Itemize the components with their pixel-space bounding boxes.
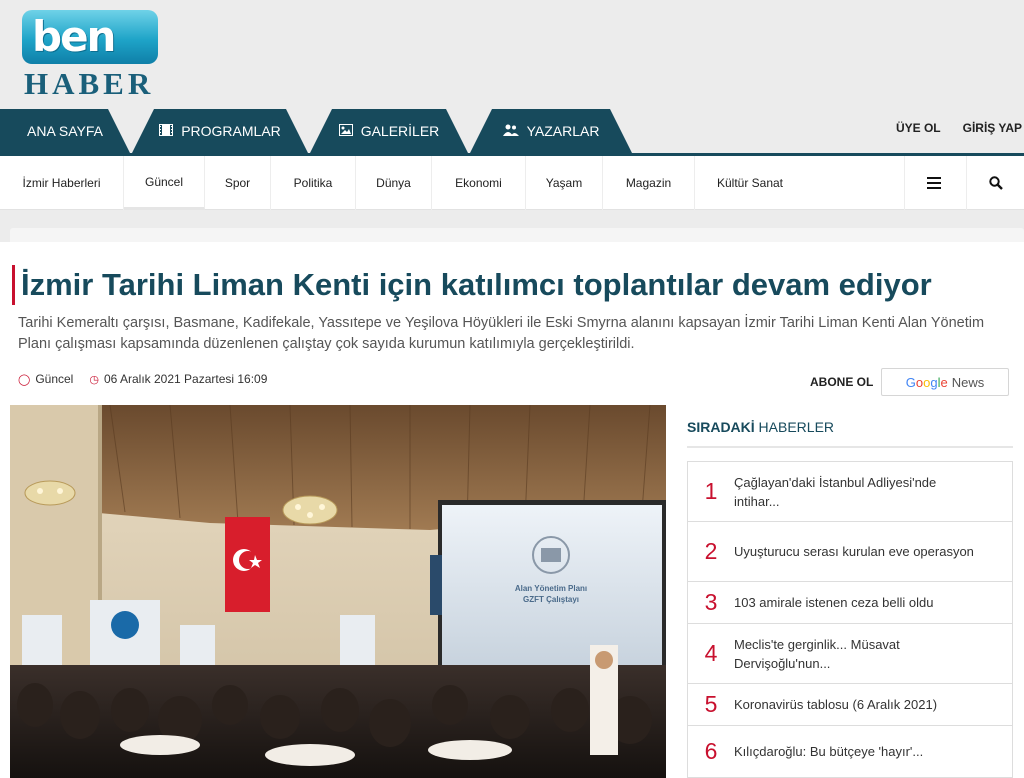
logo-ben-badge: ben (22, 10, 158, 64)
site-header: ben HABER ANA SAYFA PROGRAMLAR GALERİLER… (0, 0, 1024, 153)
category-nav: İzmir Haberleri Güncel Spor Politika Dün… (0, 153, 1024, 210)
circle-icon: ◯ (18, 374, 31, 386)
image-icon (339, 124, 353, 139)
nav-item-politika[interactable]: Politika (271, 156, 356, 210)
tab-label: YAZARLAR (526, 123, 600, 139)
tab-yazarlar[interactable]: YAZARLAR (470, 109, 632, 153)
sidebar-divider (687, 446, 1013, 448)
news-number: 3 (704, 589, 718, 615)
users-icon (503, 124, 519, 139)
list-item[interactable]: 5 Koronavirüs tablosu (6 Aralık 2021) (687, 683, 1013, 726)
news-number: 2 (704, 538, 718, 564)
news-title: Çağlayan'daki İstanbul Adliyesi'nde inti… (734, 474, 937, 509)
logo-haber-text: HABER (24, 66, 155, 101)
google-news-label: News (951, 374, 985, 390)
news-title: 103 amirale istenen ceza belli oldu (734, 595, 934, 610)
list-item[interactable]: 6 Kılıçdaroğlu: Bu bütçeye 'hayır'... (687, 725, 1013, 778)
google-news-button[interactable]: Google News (881, 368, 1009, 396)
ad-strip (0, 210, 1024, 242)
site-logo[interactable]: ben HABER (22, 10, 162, 101)
main-tabs: ANA SAYFA PROGRAMLAR GALERİLER YAZARLAR (0, 109, 640, 153)
nav-item-ekonomi[interactable]: Ekonomi (432, 156, 526, 210)
list-item[interactable]: 4 Meclis'te gerginlik... Müsavat Dervişo… (687, 623, 1013, 684)
news-number: 5 (704, 691, 718, 717)
news-number: 1 (704, 478, 718, 504)
list-item[interactable]: 1 Çağlayan'daki İstanbul Adliyesi'nde in… (687, 461, 1013, 522)
nav-item-yasam[interactable]: Yaşam (526, 156, 603, 210)
tab-label: GALERİLER (360, 123, 440, 139)
conference-photo: Alan Yönetim Planı GZFT Çalıştayı (10, 405, 666, 778)
subscribe-label: ABONE OL (810, 375, 874, 389)
nav-item-kultur-sanat[interactable]: Kültür Sanat (695, 156, 805, 210)
google-news-logo: Google (905, 374, 948, 390)
sidebar-title: SIRADAKİ HABERLER (687, 419, 835, 435)
nav-item-spor[interactable]: Spor (205, 156, 271, 210)
nav-item-izmir[interactable]: İzmir Haberleri (0, 156, 124, 210)
clock-icon: ◷ (89, 374, 99, 386)
news-title: Uyuşturucu serası kurulan eve operasyon (734, 544, 974, 559)
signup-link[interactable]: ÜYE OL (896, 121, 941, 135)
tab-galeriler[interactable]: GALERİLER (310, 109, 468, 153)
login-link[interactable]: GİRİŞ YAP (963, 121, 1022, 135)
nav-item-dunya[interactable]: Dünya (356, 156, 432, 210)
screen-title-line2: GZFT Çalıştayı (523, 595, 579, 604)
tab-programlar[interactable]: PROGRAMLAR (132, 109, 308, 153)
hamburger-icon[interactable] (904, 156, 962, 210)
tab-ana-sayfa[interactable]: ANA SAYFA (0, 109, 130, 153)
news-title: Meclis'te gerginlik... Müsavat Dervişoğl… (734, 636, 900, 671)
article-photo[interactable]: Alan Yönetim Planı GZFT Çalıştayı (10, 405, 666, 778)
article-meta: ◯ Güncel ◷ 06 Aralık 2021 Pazartesi 16:09 (18, 372, 267, 386)
tab-label: PROGRAMLAR (181, 123, 281, 139)
list-item[interactable]: 3 103 amirale istenen ceza belli oldu (687, 581, 1013, 624)
list-item[interactable]: 2 Uyuşturucu serası kurulan eve operasyo… (687, 521, 1013, 582)
news-number: 6 (704, 738, 718, 764)
auth-links: ÜYE OL GİRİŞ YAP (896, 121, 1024, 135)
article-date: ◷ 06 Aralık 2021 Pazartesi 16:09 (89, 372, 268, 386)
news-title: Kılıçdaroğlu: Bu bütçeye 'hayır'... (734, 744, 924, 759)
article-summary: Tarihi Kemeraltı çarşısı, Basmane, Kadif… (18, 315, 985, 352)
article-title: İzmir Tarihi Liman Kenti için katılımcı … (12, 265, 1012, 305)
nav-item-guncel[interactable]: Güncel (124, 156, 205, 210)
article-category[interactable]: ◯ Güncel (18, 372, 73, 386)
tab-label: ANA SAYFA (27, 123, 103, 139)
search-icon[interactable] (966, 156, 1024, 210)
screen-title-line1: Alan Yönetim Planı (515, 584, 587, 593)
nav-item-magazin[interactable]: Magazin (603, 156, 695, 210)
film-icon (159, 124, 173, 139)
news-number: 4 (704, 640, 718, 666)
news-title: Koronavirüs tablosu (6 Aralık 2021) (734, 697, 938, 712)
